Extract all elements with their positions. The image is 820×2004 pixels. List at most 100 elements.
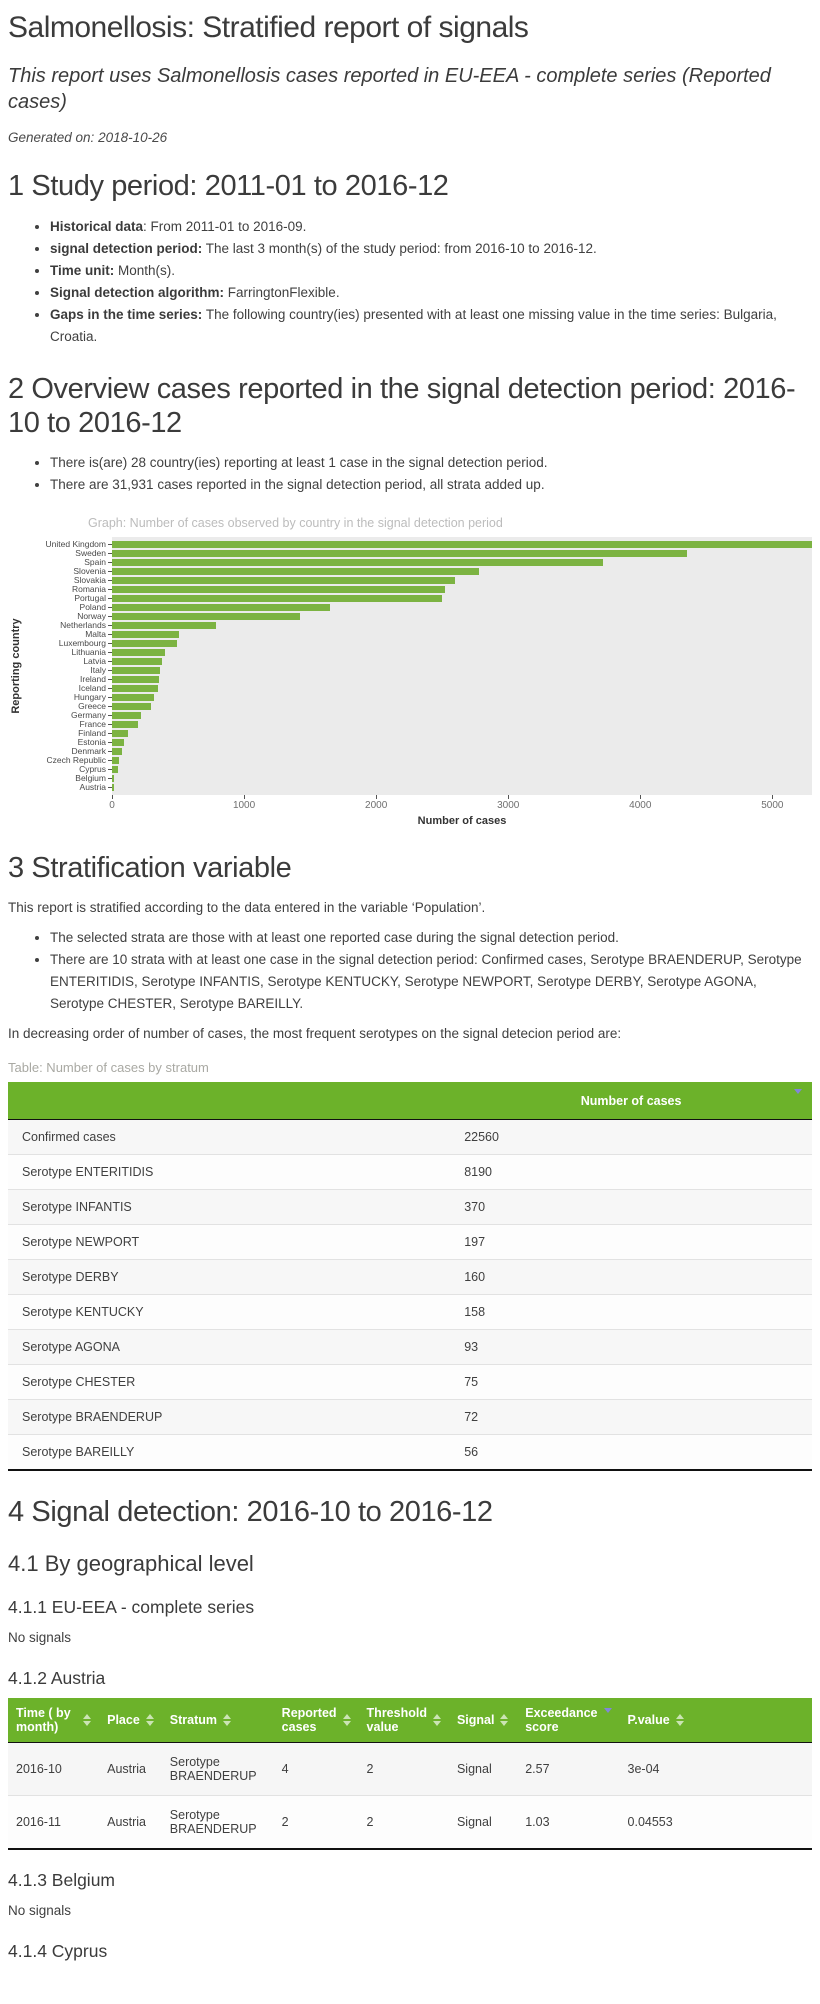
column-header-label: Reported cases (282, 1706, 337, 1734)
x-tick-label: 4000 (629, 800, 651, 811)
table-row: Serotype KENTUCKY158 (8, 1294, 812, 1329)
bar (112, 568, 479, 575)
list-item: signal detection period: The last 3 mont… (50, 238, 812, 260)
bar-row (112, 603, 812, 612)
number-of-cases-column-header[interactable]: Number of cases (450, 1082, 812, 1119)
x-tick-mark (244, 795, 245, 799)
bar-row (112, 639, 812, 648)
table-row: Confirmed cases22560 (8, 1119, 812, 1154)
strata-list: The selected strata are those with at le… (8, 927, 812, 1015)
stratum-cell: Serotype DERBY (8, 1259, 450, 1294)
column-header-content: Reported cases (282, 1706, 351, 1734)
bar-row (112, 747, 812, 756)
list-item: Time unit: Month(s). (50, 260, 812, 282)
sort-descending-icon[interactable] (794, 1094, 802, 1108)
section4-1-2-heading: 4.1.2 Austria (8, 1668, 812, 1689)
bar (112, 640, 177, 647)
sort-icon[interactable] (433, 1714, 441, 1726)
overview-list: There is(are) 28 country(ies) reporting … (8, 452, 812, 496)
stratum-cell: Serotype AGONA (8, 1329, 450, 1364)
threshold-value-cell: 2 (359, 1742, 449, 1795)
reported-cases-cell: 4 (274, 1742, 359, 1795)
column-header-p-value[interactable]: P.value (620, 1698, 812, 1743)
bar (112, 757, 119, 764)
stratum-cell: Serotype KENTUCKY (8, 1294, 450, 1329)
bullet-label: signal detection period: (50, 241, 202, 256)
sort-icon[interactable] (223, 1714, 231, 1726)
sort-down-arrow (604, 1708, 612, 1727)
table-row: Serotype DERBY160 (8, 1259, 812, 1294)
bullet-label: Time unit: (50, 263, 114, 278)
sort-descending-icon[interactable] (604, 1713, 612, 1727)
bar-row (112, 693, 812, 702)
column-header-threshold-value[interactable]: Threshold value (359, 1698, 449, 1743)
p-value-cell: 3e-04 (620, 1742, 812, 1795)
column-header-exceedance-score[interactable]: Exceedance score (517, 1698, 619, 1743)
column-header-label: Stratum (170, 1713, 217, 1727)
section4-1-3-heading: 4.1.3 Belgium (8, 1870, 812, 1891)
bar (112, 586, 445, 593)
bar-row (112, 549, 812, 558)
bar (112, 649, 165, 656)
table-row: Serotype BRAENDERUP72 (8, 1399, 812, 1434)
x-tick-label: 5000 (761, 800, 783, 811)
stratum-cell: Serotype BRAENDERUP (162, 1795, 274, 1849)
bar-row (112, 612, 812, 621)
column-header-signal[interactable]: Signal (449, 1698, 517, 1743)
column-header-content: Exceedance score (525, 1706, 611, 1734)
x-tick-label: 2000 (365, 800, 387, 811)
sort-up-arrow (676, 1714, 684, 1719)
stratum-column-header[interactable] (8, 1082, 450, 1119)
cases-count-cell: 75 (450, 1364, 812, 1399)
report-subtitle: This report uses Salmonellosis cases rep… (8, 63, 812, 115)
bar (112, 685, 158, 692)
cases-by-country-chart: Graph: Number of cases observed by count… (8, 516, 812, 827)
sort-icon[interactable] (676, 1714, 684, 1726)
column-header-time-by-month[interactable]: Time ( by month) (8, 1698, 99, 1743)
column-header-label: Signal (457, 1713, 495, 1727)
sort-icon[interactable] (500, 1714, 508, 1726)
bullet-text: The last 3 month(s) of the study period:… (202, 241, 596, 256)
section2-heading: 2 Overview cases reported in the signal … (8, 372, 812, 440)
bar-row (112, 594, 812, 603)
sort-icon[interactable] (146, 1714, 154, 1726)
sort-down-arrow (146, 1721, 154, 1726)
bar (112, 667, 160, 674)
x-tick-label: 3000 (497, 800, 519, 811)
stratum-cell: Serotype NEWPORT (8, 1224, 450, 1259)
section3-heading: 3 Stratification variable (8, 851, 812, 885)
sort-icon[interactable] (343, 1714, 351, 1726)
bar-row (112, 657, 812, 666)
section4-1-1-heading: 4.1.1 EU-EEA - complete series (8, 1597, 812, 1618)
stratum-cell: Serotype CHESTER (8, 1364, 450, 1399)
table-row: Serotype BAREILLY56 (8, 1434, 812, 1470)
y-axis-labels: United KingdomSwedenSpainSloveniaSlovaki… (24, 537, 112, 795)
page-title: Salmonellosis: Stratified report of sign… (8, 10, 812, 45)
cases-count-cell: 93 (450, 1329, 812, 1364)
x-tick-mark (640, 795, 641, 799)
bar-row (112, 648, 812, 657)
stratum-cell: Serotype BAREILLY (8, 1434, 450, 1470)
place-cell: Austria (99, 1795, 162, 1849)
bar (112, 748, 122, 755)
bar (112, 559, 603, 566)
bar-row (112, 720, 812, 729)
sort-up-arrow (146, 1714, 154, 1719)
bar-row (112, 558, 812, 567)
stratum-cell: Serotype BRAENDERUP (8, 1399, 450, 1434)
cases-count-cell: 8190 (450, 1154, 812, 1189)
column-header-label: P.value (628, 1713, 670, 1727)
column-header-content: P.value (628, 1713, 804, 1727)
column-header-reported-cases[interactable]: Reported cases (274, 1698, 359, 1743)
bar-row (112, 756, 812, 765)
column-header-place[interactable]: Place (99, 1698, 162, 1743)
sort-up-arrow (223, 1714, 231, 1719)
no-signals-note: No signals (8, 1900, 812, 1921)
bar-row (112, 666, 812, 675)
sort-icon[interactable] (83, 1714, 91, 1726)
column-header-content: Signal (457, 1713, 509, 1727)
x-axis-title: Number of cases (112, 815, 812, 827)
column-header-stratum[interactable]: Stratum (162, 1698, 274, 1743)
cases-count-cell: 197 (450, 1224, 812, 1259)
sort-up-arrow (500, 1714, 508, 1719)
